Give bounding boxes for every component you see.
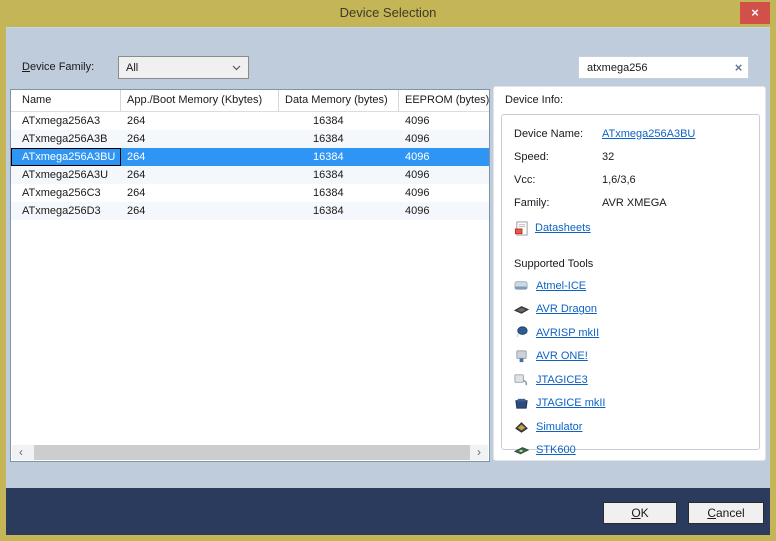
cell-eeprom: 4096	[399, 112, 489, 130]
close-icon: ×	[751, 5, 759, 20]
column-header-eeprom[interactable]: EEPROM (bytes)	[399, 90, 489, 111]
scroll-right-icon[interactable]: ›	[470, 445, 488, 460]
vcc-label: Vcc:	[514, 174, 602, 186]
supported-tools-title: Supported Tools	[514, 254, 747, 274]
table-row-selected[interactable]: ATxmega256A3BU 264 16384 4096	[11, 148, 489, 166]
cell-appboot: 264	[121, 184, 279, 202]
cell-eeprom: 4096	[399, 166, 489, 184]
cell-eeprom: 4096	[399, 148, 489, 166]
speed-value: 32	[602, 151, 614, 163]
device-table: Name App./Boot Memory (Kbytes) Data Memo…	[10, 89, 490, 462]
ok-button[interactable]: OK	[603, 502, 677, 524]
device-family-selected-value: All	[126, 62, 138, 74]
cell-datamem: 16384	[279, 184, 399, 202]
avr-dragon-icon	[514, 302, 529, 317]
tool-link[interactable]: JTAGICE3	[536, 374, 588, 386]
cell-datamem: 16384	[279, 148, 399, 166]
cell-appboot: 264	[121, 202, 279, 220]
family-value: AVR XMEGA	[602, 197, 667, 209]
cell-datamem: 16384	[279, 130, 399, 148]
cell-name: ATxmega256A3BU	[11, 148, 121, 166]
tool-link[interactable]: Simulator	[536, 421, 582, 433]
horizontal-scrollbar[interactable]: ‹ ›	[12, 445, 488, 460]
jtagice-mkii-icon	[514, 396, 529, 411]
tool-row: JTAGICE3	[514, 368, 747, 392]
column-header-datamem[interactable]: Data Memory (bytes)	[279, 90, 399, 111]
dialog-body: Device Family: All × Name App./Boot Memo…	[6, 27, 770, 488]
device-name-link[interactable]: ATxmega256A3BU	[602, 128, 695, 140]
tool-row: AVR Dragon	[514, 298, 747, 322]
device-selection-dialog: Device Selection × Device Family: All × …	[0, 0, 776, 541]
column-header-appboot[interactable]: App./Boot Memory (Kbytes)	[121, 90, 279, 111]
cell-eeprom: 4096	[399, 130, 489, 148]
scroll-left-icon[interactable]: ‹	[12, 445, 30, 460]
cell-name: ATxmega256D3	[11, 202, 121, 220]
device-family-label: Device Family:	[22, 61, 94, 73]
cancel-button[interactable]: Cancel	[688, 502, 764, 524]
cell-name: ATxmega256A3U	[11, 166, 121, 184]
title-bar[interactable]: Device Selection ×	[0, 0, 776, 27]
tool-link[interactable]: AVRISP mkII	[536, 327, 599, 339]
cell-name: ATxmega256A3	[11, 112, 121, 130]
device-info-box: Device Name: ATxmega256A3BU Speed: 32 Vc…	[501, 114, 760, 450]
tool-link[interactable]: STK600	[536, 444, 576, 456]
tool-link[interactable]: JTAGICE mkII	[536, 397, 605, 409]
tool-row: Atmel-ICE	[514, 274, 747, 298]
avrisp-mkii-icon	[514, 325, 529, 340]
table-row[interactable]: ATxmega256D3 264 16384 4096	[11, 202, 489, 220]
table-row[interactable]: ATxmega256A3B 264 16384 4096	[11, 130, 489, 148]
tool-link[interactable]: Atmel-ICE	[536, 280, 586, 292]
table-row[interactable]: ATxmega256A3U 264 16384 4096	[11, 166, 489, 184]
cell-appboot: 264	[121, 130, 279, 148]
cell-datamem: 16384	[279, 166, 399, 184]
table-header: Name App./Boot Memory (Kbytes) Data Memo…	[11, 90, 489, 112]
scrollbar-thumb[interactable]	[34, 445, 470, 460]
vcc-value: 1,6/3,6	[602, 174, 636, 186]
device-family-dropdown[interactable]: All	[118, 56, 249, 79]
cell-name: ATxmega256A3B	[11, 130, 121, 148]
family-row: Family: AVR XMEGA	[514, 191, 747, 214]
tool-row: JTAGICE mkII	[514, 392, 747, 416]
dialog-footer: OK Cancel	[6, 488, 770, 535]
datasheets-row: Datasheets	[514, 216, 747, 240]
avr-one-icon	[514, 349, 529, 364]
datasheets-link[interactable]: Datasheets	[535, 222, 591, 234]
table-row[interactable]: ATxmega256A3 264 16384 4096	[11, 112, 489, 130]
simulator-icon	[514, 419, 529, 434]
stk600-icon	[514, 443, 529, 458]
device-info-panel: Device Info: Device Name: ATxmega256A3BU…	[493, 86, 766, 461]
speed-row: Speed: 32	[514, 145, 747, 168]
cell-appboot: 264	[121, 148, 279, 166]
tool-link[interactable]: AVR Dragon	[536, 303, 597, 315]
dialog-title: Device Selection	[0, 0, 776, 27]
tool-link[interactable]: AVR ONE!	[536, 350, 588, 362]
table-row[interactable]: ATxmega256C3 264 16384 4096	[11, 184, 489, 202]
device-name-label: Device Name:	[514, 128, 602, 140]
cell-datamem: 16384	[279, 202, 399, 220]
close-button[interactable]: ×	[740, 2, 770, 24]
vcc-row: Vcc: 1,6/3,6	[514, 168, 747, 191]
tool-row: AVR ONE!	[514, 345, 747, 369]
pdf-icon	[514, 221, 529, 236]
jtagice3-icon	[514, 372, 529, 387]
atmel-ice-icon	[514, 278, 529, 293]
tool-row: STK600	[514, 439, 747, 463]
tool-row: AVRISP mkII	[514, 321, 747, 345]
cell-datamem: 16384	[279, 112, 399, 130]
device-name-row: Device Name: ATxmega256A3BU	[514, 122, 747, 145]
cell-appboot: 264	[121, 166, 279, 184]
cell-name: ATxmega256C3	[11, 184, 121, 202]
tool-row: Simulator	[514, 415, 747, 439]
family-label: Family:	[514, 197, 602, 209]
search-input[interactable]	[579, 62, 729, 74]
device-info-title: Device Info:	[505, 94, 563, 106]
cell-eeprom: 4096	[399, 184, 489, 202]
chevron-down-icon	[232, 65, 241, 71]
cell-appboot: 264	[121, 112, 279, 130]
device-search-box: ×	[578, 56, 749, 79]
column-header-name[interactable]: Name	[11, 90, 121, 111]
clear-search-icon[interactable]: ×	[729, 60, 748, 75]
speed-label: Speed:	[514, 151, 602, 163]
cell-eeprom: 4096	[399, 202, 489, 220]
